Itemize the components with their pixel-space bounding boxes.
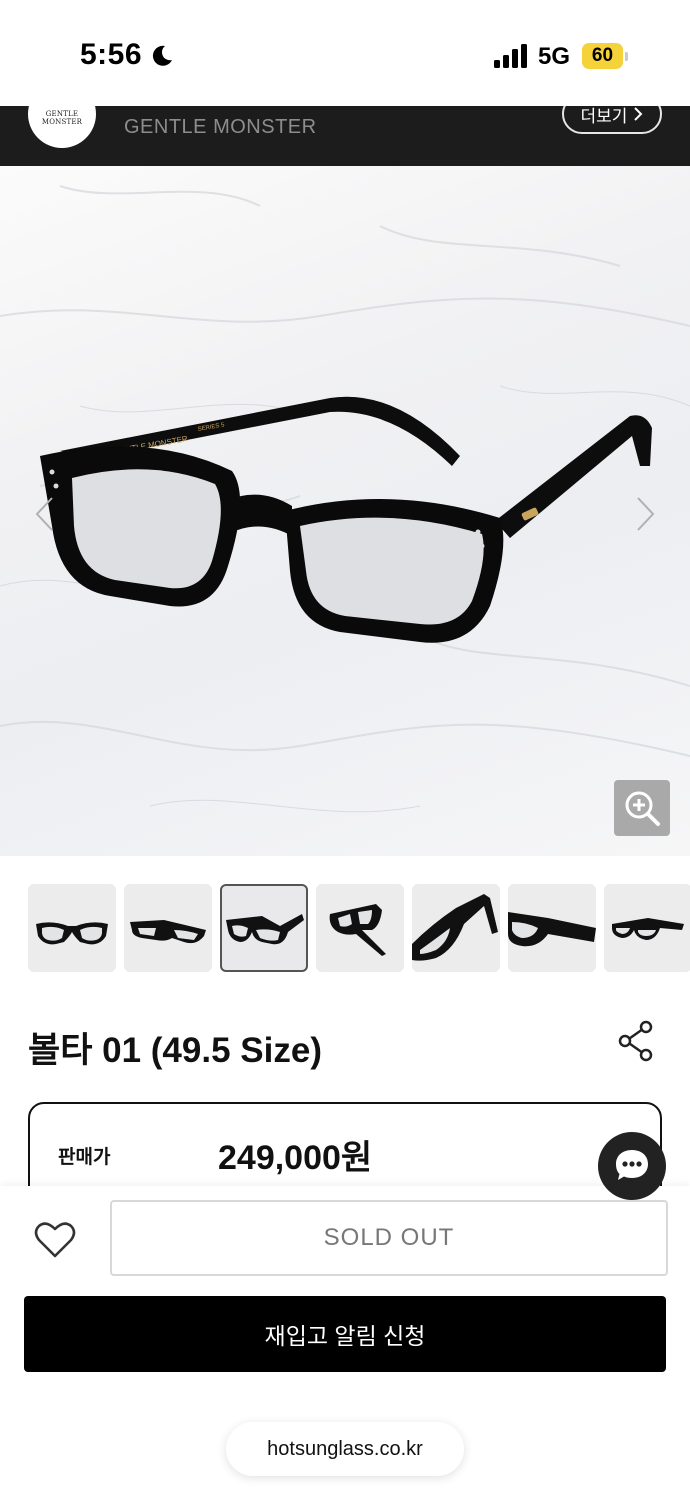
restock-alert-button[interactable]: 재입고 알림 신청 bbox=[24, 1296, 666, 1372]
glasses-thumbnail-icon bbox=[226, 914, 304, 945]
glasses-thumbnail-icon bbox=[412, 894, 498, 961]
thumbnail-strip bbox=[28, 884, 690, 972]
chat-bubble-icon bbox=[616, 1150, 648, 1180]
thumbnail-front[interactable] bbox=[28, 884, 116, 972]
zoom-in-icon bbox=[625, 791, 660, 826]
battery-level: 60 bbox=[582, 43, 623, 69]
signal-icon bbox=[494, 44, 527, 68]
chat-button[interactable] bbox=[598, 1132, 666, 1200]
thumbnail-side[interactable] bbox=[508, 884, 596, 972]
moon-icon bbox=[152, 45, 172, 66]
share-icon[interactable] bbox=[618, 1020, 654, 1062]
more-button[interactable]: 더보기 bbox=[562, 106, 662, 134]
sold-out-button[interactable]: SOLD OUT bbox=[110, 1200, 668, 1276]
battery-icon: 60 bbox=[582, 43, 628, 69]
glasses-thumbnail-icon bbox=[36, 922, 108, 945]
brand-name[interactable]: GENTLE MONSTER bbox=[124, 116, 317, 139]
chevron-right-icon bbox=[634, 107, 643, 121]
thumbnail-folded[interactable] bbox=[316, 884, 404, 972]
glasses-photo: GENTLE MONSTER SERIES 5 bbox=[40, 396, 652, 643]
price-value: 249,000원 bbox=[218, 1139, 373, 1177]
price-label: 판매가 bbox=[58, 1147, 111, 1168]
battery-tip bbox=[625, 52, 628, 61]
thumbnail-closeup[interactable] bbox=[412, 884, 500, 972]
product-title: 볼타 01 (49.5 Size) bbox=[28, 1031, 322, 1070]
brand-logo-text: GENTLE MONSTER bbox=[41, 110, 83, 126]
thumbnail-angle[interactable] bbox=[124, 884, 212, 972]
heart-icon[interactable] bbox=[34, 1220, 76, 1260]
glasses-thumbnail-icon bbox=[508, 912, 596, 947]
thumbnail-perspective[interactable] bbox=[220, 884, 308, 972]
glasses-thumbnail-icon bbox=[130, 920, 206, 944]
brand-bar: GENTLE MONSTER GENTLE MONSTER 더보기 bbox=[0, 106, 690, 166]
glasses-thumbnail-icon bbox=[612, 918, 684, 940]
previous-image-arrow[interactable] bbox=[34, 496, 54, 532]
status-bar: 5:56 5G 60 bbox=[0, 0, 690, 106]
thumbnail-three-quarter[interactable] bbox=[604, 884, 690, 972]
status-time: 5:56 bbox=[80, 38, 143, 71]
url-bar[interactable]: hotsunglass.co.kr bbox=[226, 1422, 464, 1476]
network-label: 5G bbox=[538, 43, 571, 70]
next-image-arrow[interactable] bbox=[636, 496, 656, 532]
brand-logo[interactable]: GENTLE MONSTER bbox=[28, 106, 96, 148]
zoom-button[interactable] bbox=[614, 780, 670, 836]
glasses-thumbnail-icon bbox=[329, 904, 386, 956]
product-image[interactable]: GENTLE MONSTER SERIES 5 bbox=[0, 166, 690, 856]
more-button-label: 더보기 bbox=[580, 106, 628, 126]
